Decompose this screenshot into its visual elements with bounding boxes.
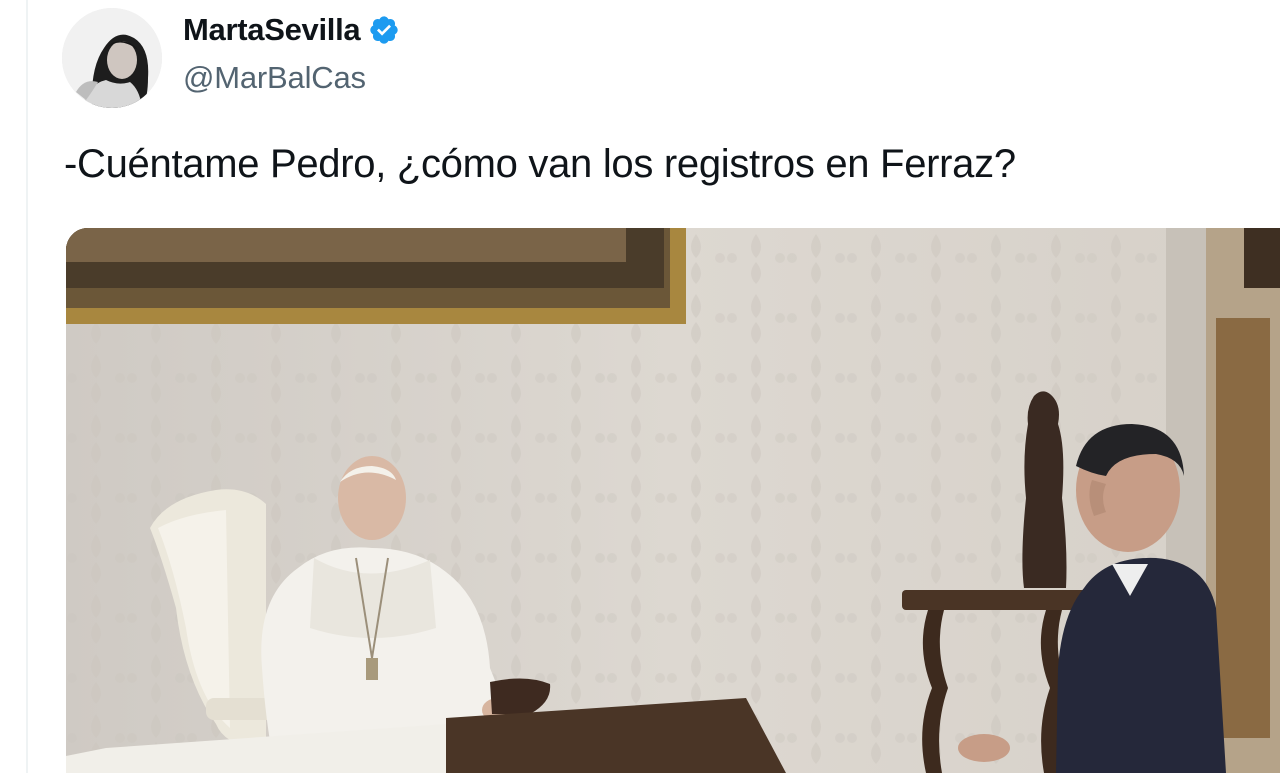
author-avatar[interactable] [62, 8, 162, 108]
author-display-name[interactable]: MartaSevilla [183, 12, 361, 48]
embedded-photo-icon [66, 228, 1280, 773]
profile-photo-icon [62, 8, 162, 108]
author-handle[interactable]: @MarBalCas [183, 60, 366, 96]
verified-badge-icon [368, 14, 400, 46]
author-name-row: MartaSevilla [183, 10, 400, 50]
thread-divider [26, 0, 28, 773]
tweet-text: -Cuéntame Pedro, ¿cómo van los registros… [64, 142, 1016, 186]
tweet-media[interactable] [66, 228, 1280, 773]
